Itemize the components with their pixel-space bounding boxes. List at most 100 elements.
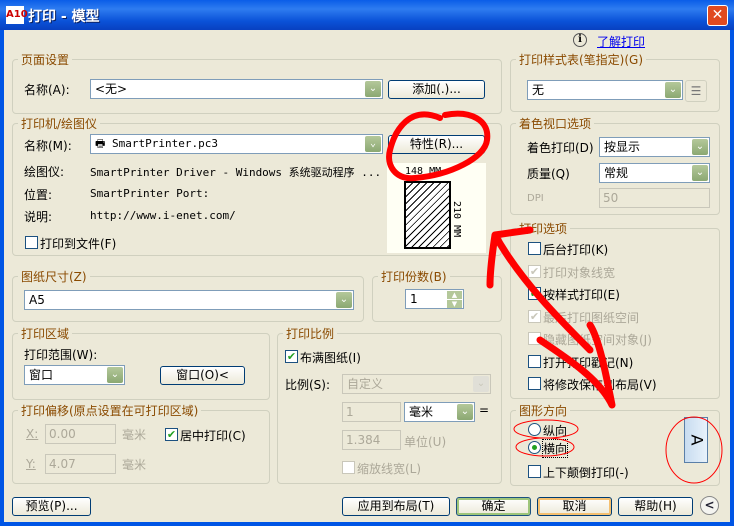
location-label: 位置:: [24, 188, 53, 202]
chevron-down-icon: ⌄: [365, 136, 381, 152]
properties-button[interactable]: 特性(R)...: [388, 135, 485, 154]
x-unit-label: 毫米: [122, 428, 147, 442]
chevron-down-icon: ⌄: [692, 139, 708, 155]
plot-option-checkbox[interactable]: [528, 332, 541, 345]
printer-name-select[interactable]: 🖶 SmartPrinter.pc3 ⌄: [90, 134, 383, 154]
window-select-button[interactable]: 窗口(O)<: [160, 366, 245, 385]
landscape-radio[interactable]: [528, 441, 541, 454]
center-plot-label: 居中打印(C): [180, 429, 246, 443]
plot-option-checkbox[interactable]: ✔: [528, 309, 541, 323]
copies-spinbox[interactable]: 1 ▲ ▼: [405, 289, 464, 309]
center-plot-checkbox[interactable]: ✔: [165, 428, 178, 441]
printer-name-label: 名称(M):: [24, 139, 72, 153]
orientation-preview-icon: A: [684, 417, 708, 463]
page-setup-name-select[interactable]: <无> ⌄: [90, 79, 383, 99]
group-label: 图形方向: [516, 402, 571, 419]
scale-value2-input[interactable]: 1.384: [342, 430, 401, 450]
select-value: 无: [532, 83, 545, 97]
paper-size-select[interactable]: A5 ⌄: [24, 290, 354, 310]
chevron-down-icon: ⌄: [473, 376, 489, 392]
portrait-label: 纵向: [543, 424, 568, 438]
x-offset-input[interactable]: 0.00: [45, 424, 116, 444]
preview-width-label: 148 MM: [405, 166, 442, 177]
help-button[interactable]: 帮助(H): [618, 497, 693, 516]
location-value: SmartPrinter Port:: [90, 187, 210, 200]
info-icon: i: [573, 33, 587, 47]
edit-plot-style-icon[interactable]: ☰: [685, 80, 707, 102]
upside-down-label: 上下颠倒打印(-): [543, 466, 629, 480]
title-bar[interactable]: A10 打印 - 模型 ✕: [0, 0, 734, 30]
plot-option-label: 打印对象线宽: [543, 265, 616, 280]
copies-value: 1: [410, 292, 418, 306]
paper-preview: 148 MM 210 MM: [387, 163, 486, 253]
spin-down-icon[interactable]: ▼: [447, 300, 462, 308]
group-label: 打印比例: [283, 325, 338, 342]
plot-option-label: 按样式打印(E): [543, 288, 620, 302]
description-label: 说明:: [24, 210, 53, 224]
plot-option-checkbox[interactable]: ✔: [528, 287, 541, 300]
select-value: 自定义: [347, 377, 384, 391]
group-label: 打印区域: [18, 325, 73, 342]
plot-option-label: 将修改保存到布局(V): [543, 378, 657, 392]
y-offset-input[interactable]: 4.07: [45, 454, 116, 474]
plotter-label: 绘图仪:: [24, 165, 65, 179]
description-value: http://www.i-enet.com/: [90, 209, 236, 222]
y-unit-label: 毫米: [122, 458, 147, 472]
select-value: 窗口: [29, 368, 54, 382]
dpi-input[interactable]: 50: [599, 188, 710, 208]
scale-lineweights-checkbox[interactable]: [342, 461, 355, 474]
group-label: 打印偏移(原点设置在可打印区域): [18, 402, 202, 419]
print-to-file-label: 打印到文件(F): [40, 237, 117, 251]
plot-option-checkbox[interactable]: [528, 377, 541, 390]
autocad-app-icon: A10: [6, 6, 28, 24]
collapse-chevron-button[interactable]: <: [700, 496, 719, 515]
learn-print-link[interactable]: 了解打印: [597, 33, 645, 50]
y-offset-label: Y:: [26, 457, 36, 471]
window-title: 打印 - 模型: [28, 9, 100, 25]
ok-button[interactable]: 确定: [456, 497, 531, 516]
page-setup-name-label: 名称(A):: [24, 83, 70, 97]
plot-option-checkbox[interactable]: [528, 242, 541, 255]
group-label: 打印机/绘图仪: [18, 115, 101, 132]
close-button[interactable]: ✕: [707, 5, 728, 26]
print-to-file-checkbox[interactable]: [25, 236, 38, 249]
group-label: 打印选项: [516, 220, 571, 237]
chevron-down-icon: ⌄: [365, 81, 381, 97]
apply-to-layout-button[interactable]: 应用到布局(T): [342, 497, 450, 516]
group-label: 打印份数(B): [378, 268, 450, 285]
preview-button[interactable]: 预览(P)...: [12, 497, 91, 516]
select-value: SmartPrinter.pc3: [112, 137, 218, 150]
plot-option-checkbox[interactable]: [528, 354, 541, 368]
select-value: 毫米: [409, 405, 434, 419]
chevron-down-icon: ⌄: [336, 292, 352, 308]
group-label: 打印样式表(笔指定)(G): [516, 51, 647, 68]
printer-icon: 🖶: [95, 137, 113, 150]
plot-option-checkbox[interactable]: ✔: [528, 264, 541, 278]
preview-height-label: 210 MM: [451, 201, 462, 238]
quality-select[interactable]: 常规 ⌄: [599, 163, 710, 183]
x-offset-label: X:: [26, 427, 39, 441]
scale-value1-input[interactable]: 1: [342, 402, 401, 422]
portrait-radio[interactable]: [528, 423, 541, 436]
equals-sign: =: [479, 403, 490, 417]
cancel-button[interactable]: 取消: [537, 497, 612, 516]
plot-style-select[interactable]: 无 ⌄: [527, 80, 683, 100]
shade-plot-select[interactable]: 按显示 ⌄: [599, 137, 710, 157]
chevron-down-icon: ⌄: [692, 165, 708, 181]
plot-range-select[interactable]: 窗口 ⌄: [24, 365, 125, 385]
orientation-letter: A: [686, 434, 706, 446]
spin-up-icon[interactable]: ▲: [447, 291, 462, 299]
plot-option-label: 打开打印戳记(N): [543, 355, 634, 370]
upside-down-checkbox[interactable]: [528, 465, 541, 478]
chevron-down-icon: ⌄: [457, 404, 473, 420]
chevron-down-icon: ⌄: [665, 82, 681, 98]
select-value: <无>: [95, 82, 128, 96]
quality-label: 质量(Q): [527, 167, 570, 181]
add-page-setup-button[interactable]: 添加(.)...: [388, 80, 485, 99]
plot-option-label: 后台打印(K): [543, 243, 609, 257]
chevron-down-icon: ⌄: [107, 367, 123, 383]
scale-select[interactable]: 自定义 ⌄: [342, 374, 491, 394]
select-value: 常规: [604, 166, 629, 180]
scale-unit-select[interactable]: 毫米 ⌄: [404, 402, 475, 422]
fit-to-paper-checkbox[interactable]: ✔: [285, 350, 298, 363]
